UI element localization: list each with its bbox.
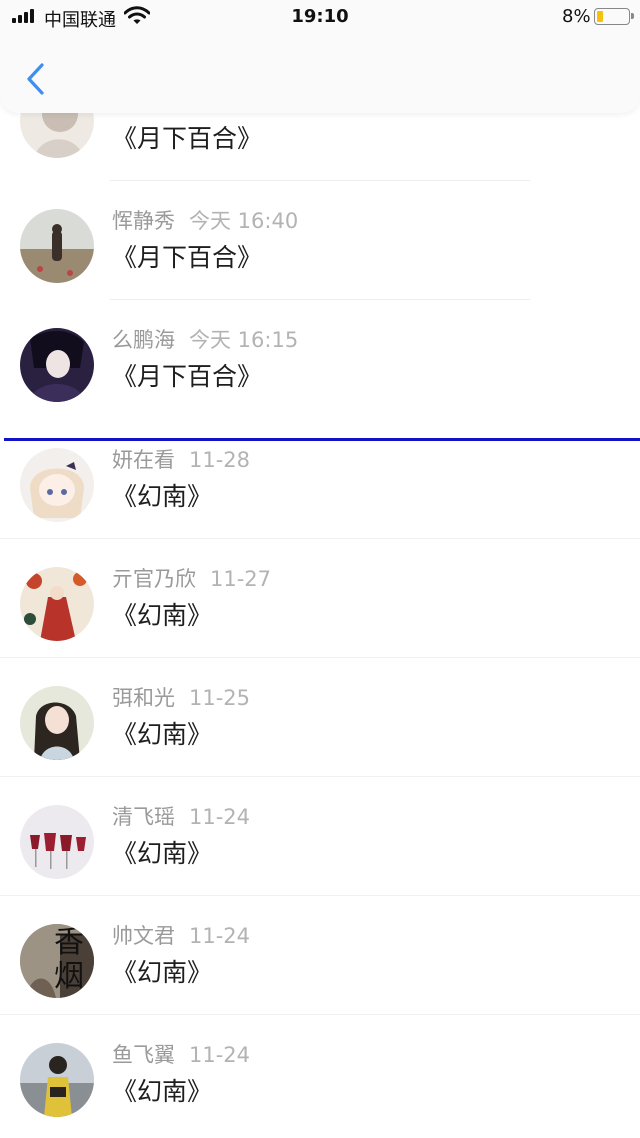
sender-name: 鱼飞翼 [112,1043,175,1067]
timestamp: 11-24 [189,1043,251,1067]
sender-name: 妍在看 [112,448,175,472]
battery-icon [594,8,634,25]
avatar-caption: 香烟 [54,925,84,994]
battery-level [597,11,603,22]
avatar [20,328,94,402]
avatar [20,1043,94,1117]
row-title: 《幻南》 [112,958,213,987]
battery-percent: 8% [562,6,591,27]
row-title: 《幻南》 [112,839,213,868]
timestamp: 11-24 [189,924,251,948]
row-meta: 清飞瑶 11-24 [112,801,250,831]
row-title: 《幻南》 [112,720,213,749]
avatar [20,805,94,879]
timestamp: 11-24 [189,805,251,829]
sender-name: 亓官乃欣 [112,567,196,591]
sender-name: 帅文君 [112,924,175,948]
sender-name: 清飞瑶 [112,805,175,829]
row-title: 《幻南》 [112,601,213,630]
status-time: 19:10 [291,6,349,27]
chevron-left-icon [27,63,44,95]
list-item[interactable]: 清飞瑶 11-24 《幻南》 [0,777,640,896]
row-meta: 亓官乃欣 11-27 [112,563,271,593]
row-meta: 恽静秀 今天 16:40 [112,205,298,235]
list-item[interactable]: 亓官乃欣 11-27 《幻南》 [0,539,640,658]
avatar [20,567,94,641]
list-item[interactable]: 恽静秀 今天 16:40 《月下百合》 [0,181,640,300]
list-item[interactable]: 弭和光 11-25 《幻南》 [0,658,640,777]
back-button[interactable] [20,60,52,98]
list-item[interactable]: 么鹏海 今天 16:15 《月下百合》 [0,300,640,419]
avatar [20,686,94,760]
row-title: 《月下百合》 [112,124,263,153]
section-divider [4,438,640,441]
row-meta: 鱼飞翼 11-24 [112,1039,250,1069]
row-title: 《幻南》 [112,1077,213,1106]
row-meta: 帅文君 11-24 [112,920,250,950]
timestamp: 今天 16:15 [189,328,299,352]
timestamp: 11-28 [189,448,251,472]
avatar: 香烟 [20,924,94,998]
row-title: 《月下百合》 [112,243,263,272]
status-bar: 中国联通 19:10 8% [0,0,640,34]
timestamp: 11-27 [210,567,272,591]
sender-name: 么鹏海 [112,328,175,352]
list-item[interactable]: 香烟 帅文君 11-24 《幻南》 [0,896,640,1015]
sender-name: 恽静秀 [112,209,175,233]
timestamp: 今天 16:40 [189,209,299,233]
row-meta: 么鹏海 今天 16:15 [112,324,298,354]
avatar [20,209,94,283]
row-meta: 妍在看 11-28 [112,444,250,474]
sender-name: 弭和光 [112,686,175,710]
row-title: 《月下百合》 [112,362,263,391]
timestamp: 11-25 [189,686,251,710]
row-meta: 弭和光 11-25 [112,682,250,712]
list-item[interactable]: 鱼飞翼 11-24 《幻南》 [0,1015,640,1134]
avatar [20,448,94,522]
row-title: 《幻南》 [112,482,213,511]
message-list[interactable]: 《月下百合》 恽静秀 今天 16:40 《月下百合》 么鹏海 今天 16:15 《月… [0,0,640,1138]
